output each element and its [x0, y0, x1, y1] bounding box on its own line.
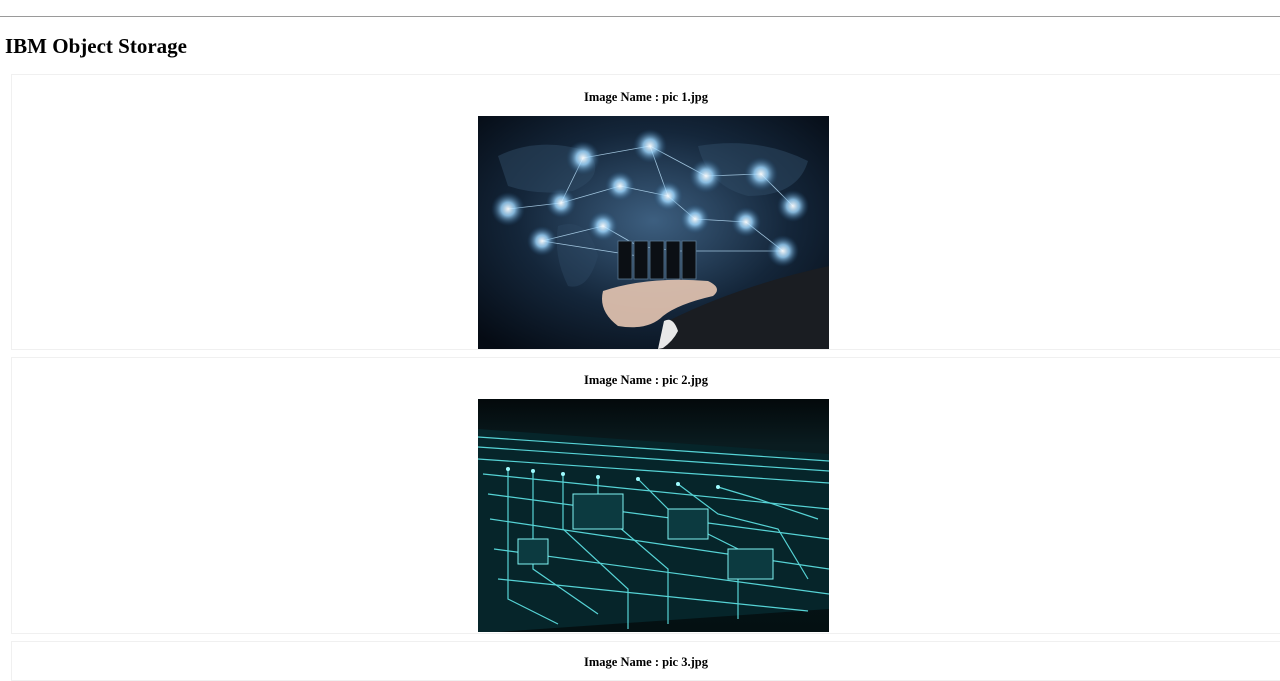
image-card: Image Name : pic 2.jpg	[11, 357, 1280, 634]
image-name-label: Image Name : pic 1.jpg	[584, 90, 708, 104]
circuit-board-image	[478, 399, 829, 632]
image-name-label: Image Name : pic 2.jpg	[584, 373, 708, 387]
top-divider	[0, 16, 1280, 17]
image-card: Image Name : pic 1.jpg	[11, 74, 1280, 350]
page-title: IBM Object Storage	[5, 34, 187, 58]
network-cloud-image	[478, 116, 829, 349]
image-card: Image Name : pic 3.jpg	[11, 641, 1280, 681]
image-name-label: Image Name : pic 3.jpg	[584, 655, 708, 669]
